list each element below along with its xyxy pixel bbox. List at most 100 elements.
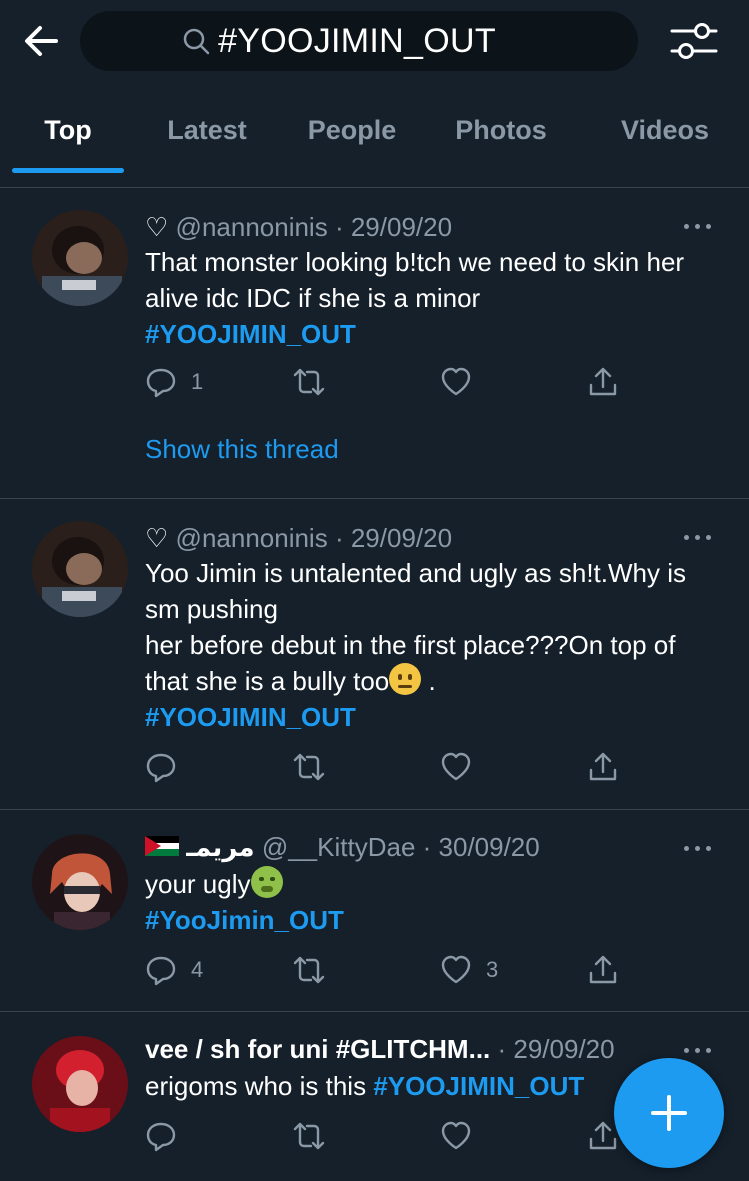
avatar[interactable] xyxy=(32,834,128,930)
more-options-button[interactable] xyxy=(684,527,716,547)
tweet-date: · 29/09/20 xyxy=(497,1034,615,1064)
reply-button[interactable]: 4 xyxy=(145,952,203,988)
display-name[interactable]: vee / sh for uni #GLITCHM... xyxy=(145,1034,490,1064)
tab-latest[interactable]: Latest xyxy=(148,96,266,164)
tweet-handle[interactable]: @nannoninis xyxy=(176,212,328,242)
retweet-icon xyxy=(293,1122,325,1150)
search-query: #YOOJIMIN_OUT xyxy=(218,21,496,60)
retweet-icon xyxy=(293,753,325,781)
avatar[interactable] xyxy=(32,1036,128,1132)
tweet-date: · 29/09/20 xyxy=(334,212,453,242)
retweet-button[interactable] xyxy=(293,749,325,785)
share-button[interactable] xyxy=(587,952,619,988)
avatar-photo xyxy=(32,521,128,617)
active-tab-indicator xyxy=(12,168,124,173)
more-options-button[interactable] xyxy=(684,216,716,236)
retweet-button[interactable] xyxy=(293,952,325,988)
tab-bar: Top Latest People Photos Videos xyxy=(0,96,749,174)
retweet-icon xyxy=(293,368,325,396)
tab-top[interactable]: Top xyxy=(12,96,124,164)
heart-outline-icon: ♡ xyxy=(145,523,169,553)
avatar[interactable] xyxy=(32,210,128,306)
share-button[interactable] xyxy=(587,749,619,785)
heart-icon xyxy=(441,367,471,396)
avatar[interactable] xyxy=(32,521,128,617)
header: #YOOJIMIN_OUT Top Latest People Photos V… xyxy=(0,0,749,188)
tweet-header: ♡ @nannoninis · 29/09/20 xyxy=(145,523,452,554)
avatar-photo xyxy=(32,1036,128,1132)
heart-icon xyxy=(441,955,471,984)
arrow-left-icon xyxy=(25,26,58,56)
tweet-body-end: . xyxy=(428,666,436,696)
heart-outline-icon: ♡ xyxy=(145,212,169,242)
reply-button[interactable] xyxy=(145,1118,177,1154)
share-icon xyxy=(589,752,617,781)
tweet-date: · 29/09/20 xyxy=(334,523,453,553)
display-name[interactable]: مريمـ xyxy=(186,832,254,862)
hashtag-link[interactable]: #YOOJIMIN_OUT xyxy=(145,319,356,349)
reply-icon xyxy=(146,753,176,783)
jordan-flag-icon xyxy=(145,836,179,856)
show-thread-link[interactable]: Show this thread xyxy=(145,434,339,465)
tweet-actions: 1 xyxy=(145,364,665,400)
tweet-handle[interactable]: @nannoninis xyxy=(176,523,328,553)
nauseated-face-emoji-icon xyxy=(250,866,283,898)
reply-count: 1 xyxy=(191,369,204,394)
avatar-photo xyxy=(32,834,128,930)
share-icon xyxy=(589,367,617,396)
like-button[interactable] xyxy=(440,749,472,785)
retweet-button[interactable] xyxy=(293,1118,325,1154)
like-button[interactable] xyxy=(440,1118,472,1154)
reply-button[interactable]: 1 xyxy=(145,364,203,400)
compose-tweet-button[interactable] xyxy=(614,1058,724,1168)
tweet-actions xyxy=(145,749,665,785)
reply-icon xyxy=(146,1122,176,1152)
tweet-handle[interactable]: @__KittyDae xyxy=(262,832,416,862)
back-button[interactable] xyxy=(20,20,62,62)
tweet-body-line1: Yoo Jimin is untalented and ugly as sh!t… xyxy=(145,558,686,624)
hashtag-link[interactable]: #YOOJIMIN_OUT xyxy=(145,702,356,732)
tab-people[interactable]: People xyxy=(290,96,414,164)
retweet-icon xyxy=(293,956,325,984)
heart-icon xyxy=(441,752,471,781)
tweet-text: Yoo Jimin is untalented and ugly as sh!t… xyxy=(145,555,715,735)
tweet-date: · 30/09/20 xyxy=(422,832,540,862)
neutral-face-emoji-icon xyxy=(389,663,422,695)
like-button[interactable]: 3 xyxy=(440,952,498,988)
tweet-text: That monster looking b!tch we need to sk… xyxy=(145,244,715,352)
sliders-icon xyxy=(670,23,718,59)
tweet-text: your ugly #YooJimin_OUT xyxy=(145,866,715,938)
tweet[interactable]: ♡ @nannoninis · 29/09/20 Yoo Jimin is un… xyxy=(0,499,749,810)
tweet-header: مريمـ @__KittyDae · 30/09/20 xyxy=(145,832,540,863)
share-icon xyxy=(589,1121,617,1150)
search-input[interactable]: #YOOJIMIN_OUT xyxy=(80,11,638,71)
more-options-button[interactable] xyxy=(684,838,716,858)
like-count: 3 xyxy=(486,957,499,982)
heart-icon xyxy=(441,1121,471,1150)
tweet-header: ♡ @nannoninis · 29/09/20 xyxy=(145,212,452,243)
hashtag-link[interactable]: #YOOJIMIN_OUT xyxy=(373,1071,584,1101)
more-options-button[interactable] xyxy=(684,1040,716,1060)
tweet-actions: 4 3 xyxy=(145,952,665,988)
reply-count: 4 xyxy=(191,957,204,982)
reply-button[interactable] xyxy=(145,749,177,785)
like-button[interactable] xyxy=(440,364,472,400)
tweet-body: That monster looking b!tch we need to sk… xyxy=(145,247,685,313)
share-icon xyxy=(589,955,617,984)
hashtag-link[interactable]: #YooJimin_OUT xyxy=(145,905,344,935)
retweet-button[interactable] xyxy=(293,364,325,400)
tab-photos[interactable]: Photos xyxy=(438,96,564,164)
reply-icon xyxy=(146,368,176,398)
tweet[interactable]: مريمـ @__KittyDae · 30/09/20 your ugly #… xyxy=(0,810,749,1012)
plus-icon xyxy=(651,1095,687,1131)
search-icon xyxy=(183,28,210,55)
share-button[interactable] xyxy=(587,364,619,400)
tab-videos[interactable]: Videos xyxy=(600,96,730,164)
reply-icon xyxy=(146,956,176,986)
tweet-header: vee / sh for uni #GLITCHM... · 29/09/20 xyxy=(145,1034,615,1065)
tweet-body: your ugly xyxy=(145,869,251,899)
tweet-actions xyxy=(145,1118,665,1154)
tweet-body: erigoms who is this xyxy=(145,1071,367,1101)
search-filter-button[interactable] xyxy=(668,17,720,65)
tweet[interactable]: ♡ @nannoninis · 29/09/20 That monster lo… xyxy=(0,188,749,499)
